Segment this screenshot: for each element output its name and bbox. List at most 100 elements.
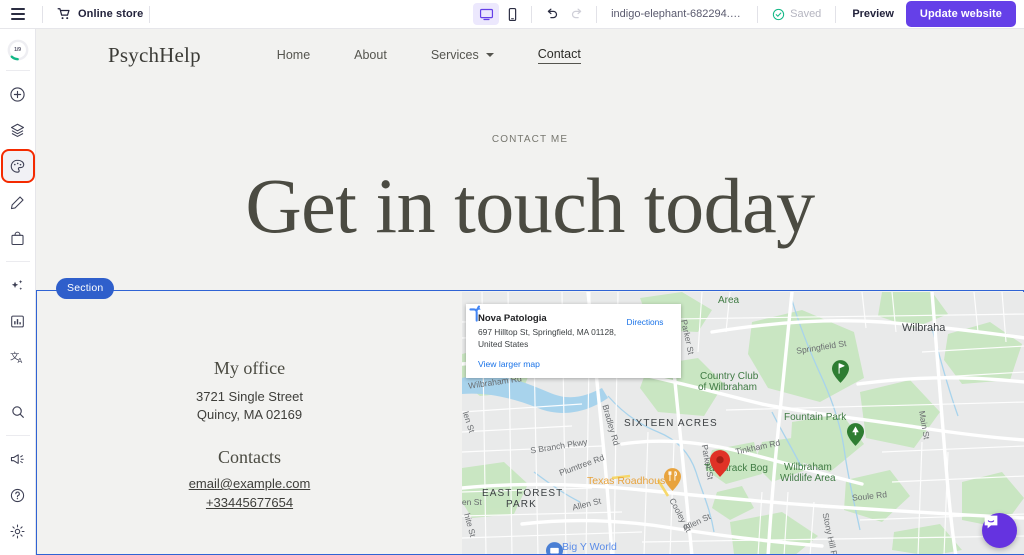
preview-button[interactable]: Preview xyxy=(842,8,904,20)
redo-button[interactable] xyxy=(564,3,590,25)
translate-icon: 文 A xyxy=(9,349,26,366)
pencil-icon xyxy=(9,194,26,211)
chart-icon xyxy=(9,313,26,330)
undo-button[interactable] xyxy=(538,3,564,25)
progress-ring-icon xyxy=(7,39,29,61)
map-area-label: SIXTEEN ACRES xyxy=(624,418,718,429)
top-toolbar: Online store xyxy=(0,0,1024,29)
sidebar-item-add[interactable] xyxy=(3,79,33,109)
sidebar-item-whats-new[interactable] xyxy=(3,444,33,474)
map-address: 697 Hilltop St, Springfield, MA 01128, U… xyxy=(478,327,619,350)
divider xyxy=(6,70,30,71)
directions-arrow-icon xyxy=(466,304,485,323)
location-pin-red[interactable] xyxy=(710,450,730,477)
site-nav: Home About Services Contact xyxy=(255,47,603,64)
online-store-button[interactable]: Online store xyxy=(49,7,143,21)
hamburger-icon[interactable] xyxy=(0,0,36,28)
directions-button[interactable]: Directions xyxy=(619,313,671,369)
sidebar-item-search[interactable] xyxy=(3,397,33,427)
divider xyxy=(531,6,532,23)
site-logo[interactable]: PsychHelp xyxy=(108,43,201,68)
site-header: PsychHelp Home About Services Contact xyxy=(36,29,1024,81)
divider xyxy=(596,6,597,23)
office-address-line2: Quincy, MA 02169 xyxy=(37,407,462,422)
sidebar-item-layers[interactable] xyxy=(3,115,33,145)
directions-label: Directions xyxy=(627,317,664,327)
hero-section: CONTACT ME Get in touch today xyxy=(36,81,1024,245)
view-larger-map-link[interactable]: View larger map xyxy=(478,359,619,369)
golf-pin-green[interactable] xyxy=(832,360,849,383)
map-place-label: Wildlife Area xyxy=(780,473,836,484)
map-place-label: Area xyxy=(718,295,739,306)
sidebar-item-settings[interactable] xyxy=(3,516,33,546)
selected-section[interactable]: Section My office 3721 Single Street Qui… xyxy=(36,290,1024,555)
update-website-button[interactable]: Update website xyxy=(906,1,1016,27)
google-map[interactable]: Wilbraham Rd S Branch Pkwy Plumtree Rd B… xyxy=(462,292,1024,554)
map-place-label: Wilbraham xyxy=(784,462,832,473)
layers-icon xyxy=(9,122,26,139)
divider xyxy=(6,261,30,262)
desktop-icon xyxy=(479,7,494,22)
setup-progress[interactable]: 1/9 xyxy=(7,39,29,61)
sparkle-icon xyxy=(9,277,26,294)
sidebar-item-design[interactable] xyxy=(3,151,33,181)
help-icon xyxy=(9,487,26,504)
hero-eyebrow: CONTACT ME xyxy=(36,134,1024,145)
toolbar-right-group: indigo-elephant-682294.buil... Saved Pre… xyxy=(473,1,1024,27)
map-place-title: Nova Patologia xyxy=(478,313,619,324)
park-pin-green[interactable] xyxy=(847,423,864,446)
sidebar-item-ai[interactable] xyxy=(3,270,33,300)
add-icon xyxy=(9,86,26,103)
map-poi-label: Texas Roadhouse xyxy=(587,475,671,487)
store-pin-blue[interactable] xyxy=(546,542,563,554)
office-title: My office xyxy=(37,358,462,379)
map-area-label: PARK xyxy=(506,499,537,510)
undo-icon xyxy=(544,7,559,22)
sidebar-item-languages[interactable]: 文 A xyxy=(3,342,33,372)
divider xyxy=(42,6,43,23)
section-content: My office 3721 Single Street Quincy, MA … xyxy=(37,291,1023,554)
hero-headline: Get in touch today xyxy=(36,167,1024,245)
map-poi-label: Big Y World xyxy=(562,541,617,553)
sidebar-item-analytics[interactable] xyxy=(3,306,33,336)
chat-widget-button[interactable] xyxy=(982,513,1017,548)
phone-link[interactable]: +33445677654 xyxy=(206,495,293,510)
nav-item-about[interactable]: About xyxy=(332,48,409,62)
sidebar-item-store[interactable] xyxy=(3,223,33,253)
nav-item-home[interactable]: Home xyxy=(255,48,332,62)
chat-bubble-icon xyxy=(982,513,1000,531)
section-badge: Section xyxy=(56,278,114,299)
sidebar-item-edit[interactable] xyxy=(3,187,33,217)
map-area-label: EAST FOREST xyxy=(482,488,563,499)
restaurant-pin-orange[interactable] xyxy=(664,468,681,491)
sidebar-item-help[interactable] xyxy=(3,480,33,510)
divider xyxy=(835,6,836,23)
office-address-line1: 3721 Single Street xyxy=(37,389,462,404)
bag-icon xyxy=(9,230,26,247)
map-place-label: Fountain Park xyxy=(784,412,846,423)
chevron-down-icon xyxy=(486,53,494,57)
svg-text:A: A xyxy=(18,357,23,365)
sidebar-bottom-group xyxy=(3,394,33,555)
palette-icon xyxy=(9,158,26,175)
cart-icon xyxy=(57,7,71,21)
website-canvas: PsychHelp Home About Services Contact CO… xyxy=(36,29,1024,555)
map-place-label: Country Club xyxy=(700,371,758,382)
nav-item-services[interactable]: Services xyxy=(409,48,516,62)
search-icon xyxy=(10,404,26,420)
map-card-text: Nova Patologia 697 Hilltop St, Springfie… xyxy=(478,313,619,369)
check-circle-icon xyxy=(772,8,785,21)
divider xyxy=(6,435,30,436)
settings-icon xyxy=(9,523,26,540)
map-label: len St xyxy=(462,497,482,507)
online-store-label: Online store xyxy=(78,8,143,20)
divider xyxy=(757,6,758,23)
left-sidebar: 1/9 xyxy=(0,29,36,555)
mobile-view-button[interactable] xyxy=(499,3,525,25)
divider xyxy=(149,6,150,23)
mobile-icon xyxy=(505,7,520,22)
desktop-view-button[interactable] xyxy=(473,3,499,25)
email-link[interactable]: email@example.com xyxy=(189,476,311,491)
nav-item-contact[interactable]: Contact xyxy=(516,47,603,64)
site-url[interactable]: indigo-elephant-682294.buil... xyxy=(603,8,751,20)
